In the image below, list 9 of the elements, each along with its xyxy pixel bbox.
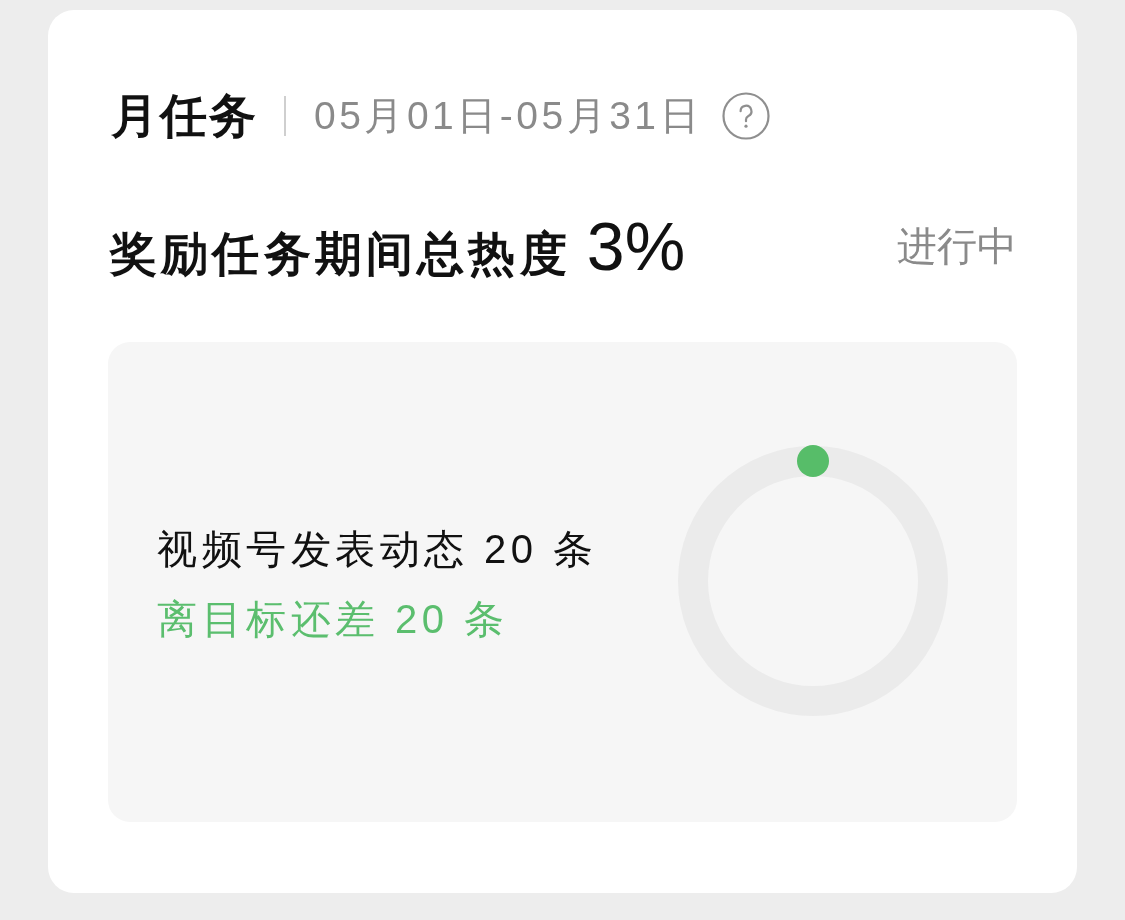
status-text: 进行中 (897, 222, 1017, 270)
task-description: 视频号发表动态 20 条 (157, 526, 598, 573)
heat-value: 3% (586, 206, 686, 285)
help-icon[interactable] (722, 92, 770, 140)
remaining-text: 离目标还差 20 条 (157, 596, 510, 643)
heat-label: 奖励任务期间总热度 (110, 225, 571, 282)
date-range: 05月01日-05月31日 (314, 93, 702, 139)
progress-start-dot-icon (797, 445, 829, 477)
card-title: 月任务 (111, 88, 258, 144)
